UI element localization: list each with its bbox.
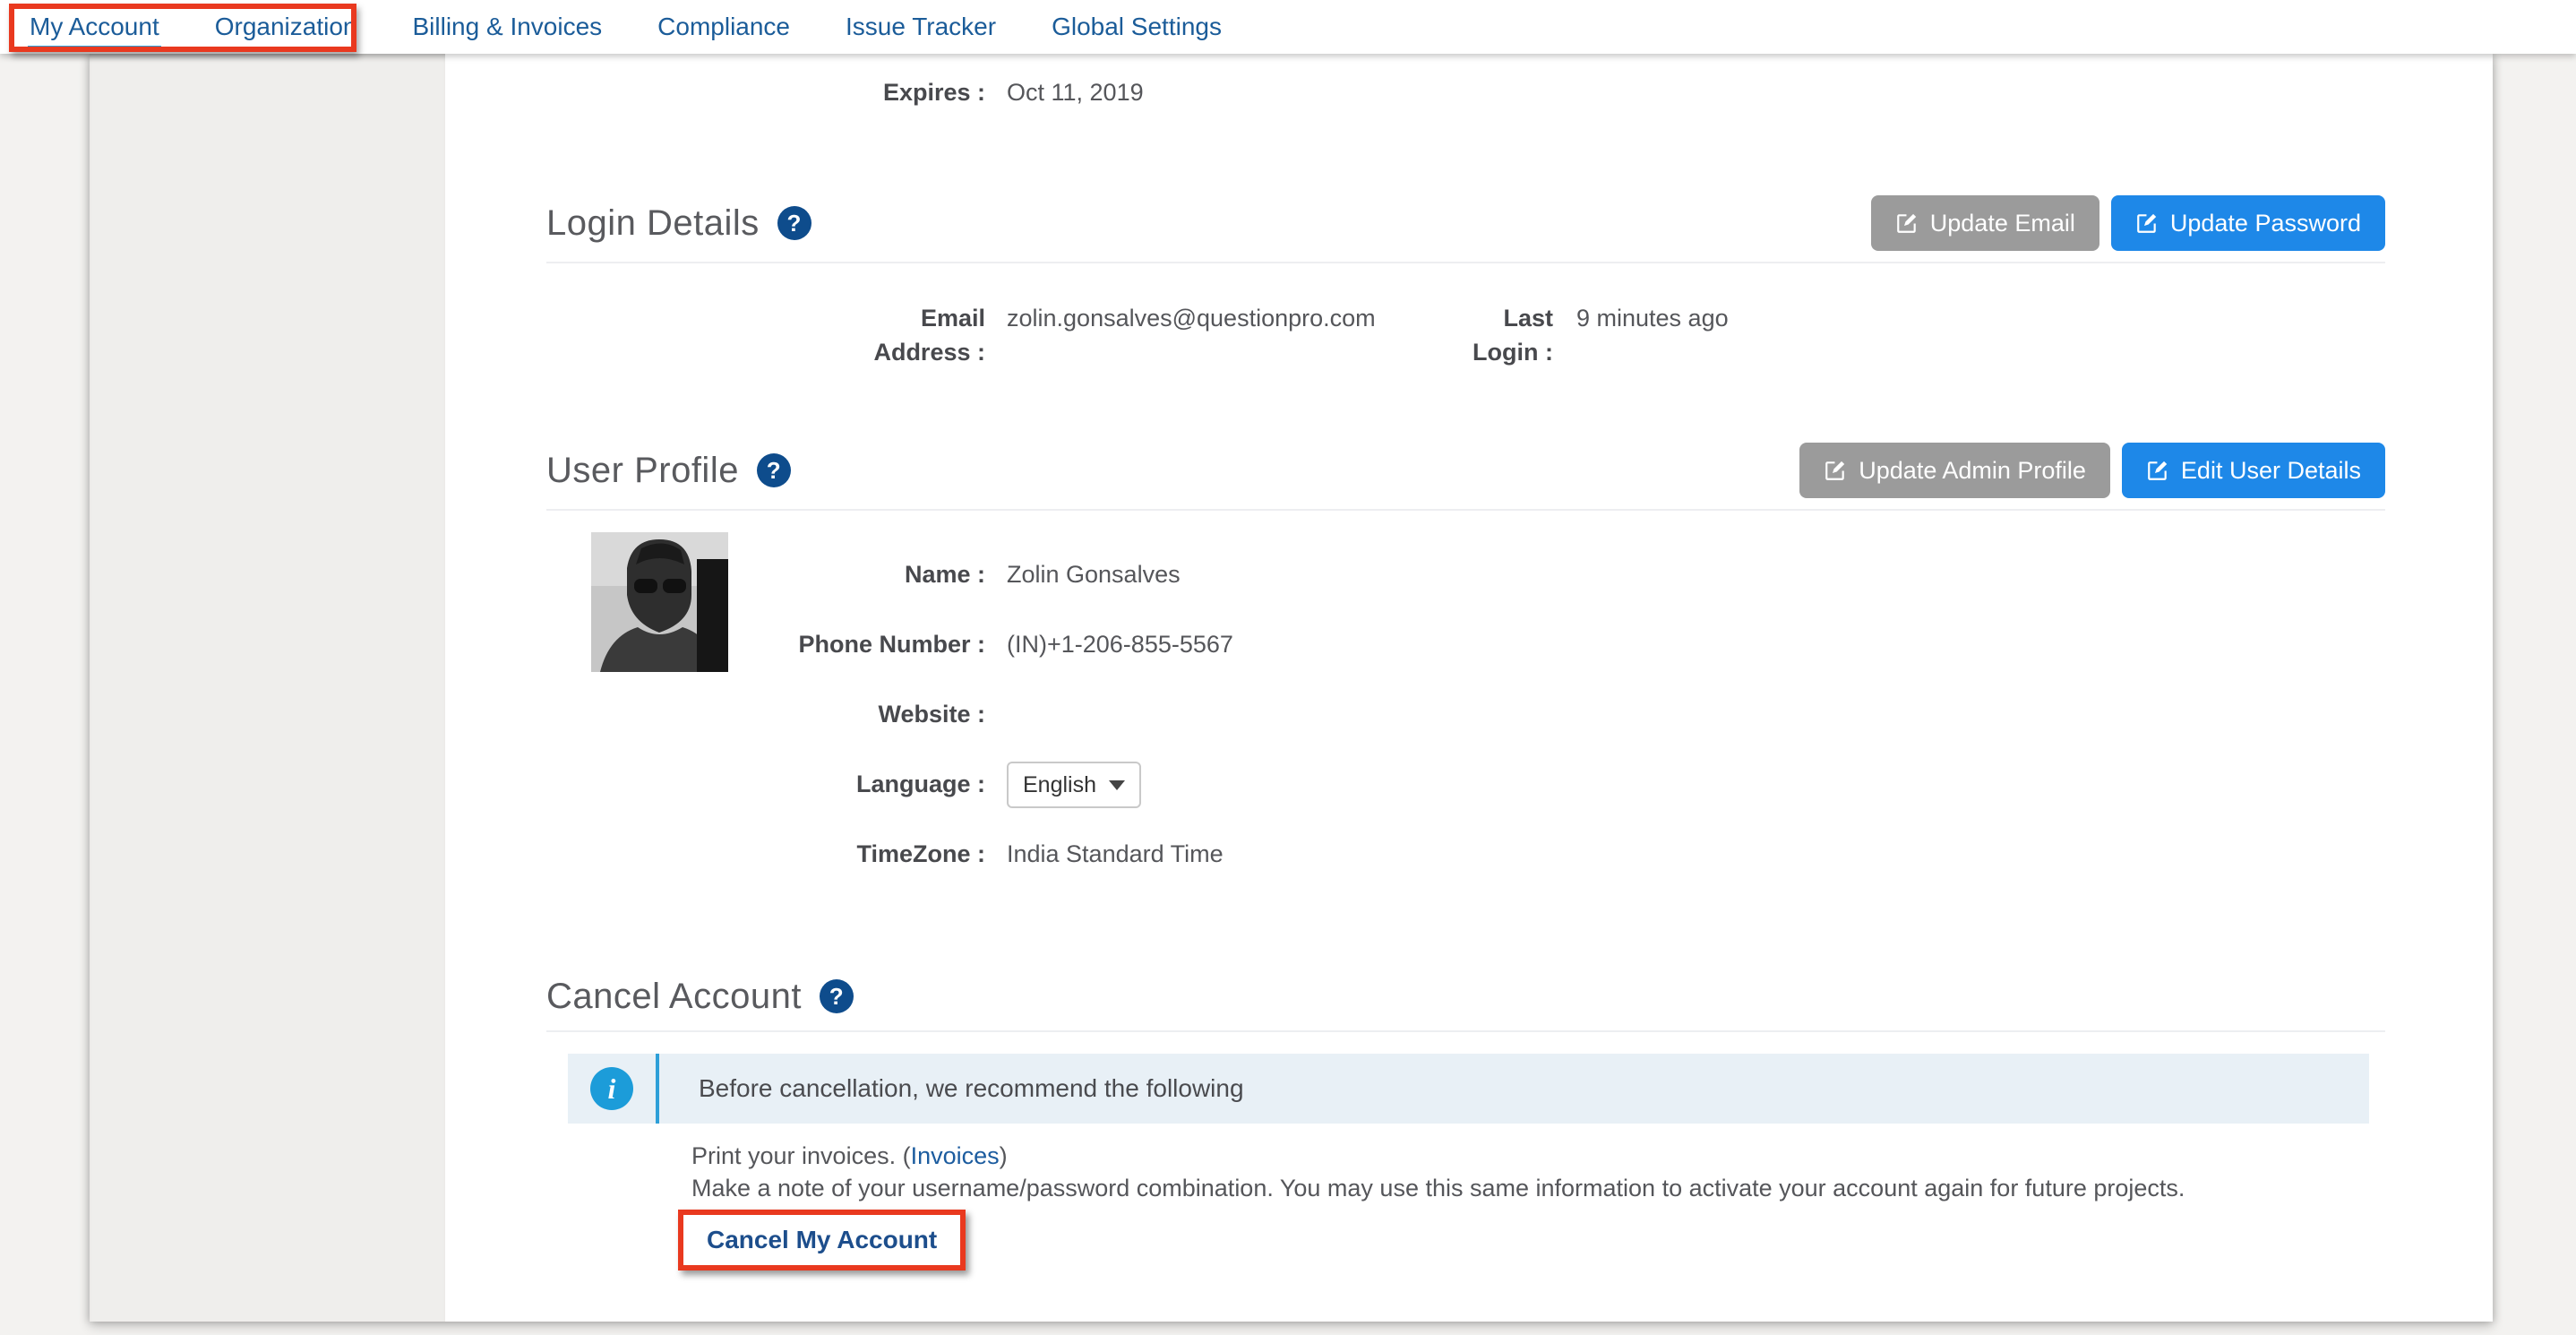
info-icon-wrap: i <box>568 1054 656 1124</box>
active-tab-underline <box>28 46 161 51</box>
tab-issue-tracker-label: Issue Tracker <box>846 13 996 41</box>
note-line: Make a note of your username/password co… <box>691 1172 2385 1204</box>
cancel-account-title: Cancel Account ? <box>546 977 854 1017</box>
login-details-title: Login Details ? <box>546 203 811 244</box>
tab-issue-tracker[interactable]: Issue Tracker <box>846 0 996 54</box>
phone-value: (IN)+1-206-855-5567 <box>1007 627 2385 661</box>
email-address-label: Email Address : <box>546 301 985 369</box>
update-email-button[interactable]: Update Email <box>1871 195 2099 251</box>
help-icon[interactable]: ? <box>757 453 791 487</box>
tab-my-account[interactable]: My Account <box>30 0 159 54</box>
edit-user-details-button[interactable]: Edit User Details <box>2122 443 2385 498</box>
profile-photo <box>591 532 728 672</box>
tab-compliance-label: Compliance <box>657 13 790 41</box>
tab-global-settings[interactable]: Global Settings <box>1052 0 1222 54</box>
language-label: Language : <box>546 767 985 801</box>
expires-label: Expires : <box>546 75 985 109</box>
last-login-value: 9 minutes ago <box>1576 301 2385 335</box>
cancel-my-account-link[interactable]: Cancel My Account <box>707 1226 937 1253</box>
cancel-info-banner: i Before cancellation, we recommend the … <box>568 1054 2369 1124</box>
user-profile-title: User Profile ? <box>546 451 791 491</box>
user-profile-header: User Profile ? Update Admin Profile Edit… <box>546 443 2385 511</box>
cancel-account-header: Cancel Account ? <box>546 973 2385 1032</box>
timezone-row: TimeZone : India Standard Time <box>546 837 2385 907</box>
account-page-card: Expires : Oct 11, 2019 Login Details ? U… <box>90 54 2493 1322</box>
timezone-value: India Standard Time <box>1007 837 2385 871</box>
tab-billing-invoices[interactable]: Billing & Invoices <box>413 0 603 54</box>
website-label: Website : <box>546 697 985 731</box>
left-side-panel <box>90 54 445 1322</box>
print-invoices-line: Print your invoices. (Invoices) <box>691 1140 2385 1172</box>
phone-row: Phone Number : (IN)+1-206-855-5567 <box>546 627 2385 697</box>
login-details-actions: Update Email Update Password <box>1871 195 2385 251</box>
tab-global-settings-label: Global Settings <box>1052 13 1222 41</box>
account-content: Expires : Oct 11, 2019 Login Details ? U… <box>445 54 2493 1322</box>
user-profile-actions: Update Admin Profile Edit User Details <box>1799 443 2385 498</box>
name-value: Zolin Gonsalves <box>1007 557 2385 591</box>
tab-billing-invoices-label: Billing & Invoices <box>413 13 603 41</box>
tab-organization[interactable]: Organization <box>215 0 357 54</box>
annotation-box-cancel-account: Cancel My Account <box>678 1210 966 1270</box>
invoices-link[interactable]: Invoices <box>911 1142 1000 1169</box>
tab-compliance[interactable]: Compliance <box>657 0 790 54</box>
email-address-value: zolin.gonsalves@questionpro.com <box>1007 301 1455 335</box>
top-navigation: My Account Organization Billing & Invoic… <box>0 0 2576 54</box>
user-profile-section: Name : Zolin Gonsalves Phone Number : (I… <box>546 529 2385 907</box>
help-icon[interactable]: ? <box>820 979 854 1013</box>
profile-rows: Name : Zolin Gonsalves Phone Number : (I… <box>546 529 2385 907</box>
update-password-button[interactable]: Update Password <box>2111 195 2385 251</box>
banner-divider <box>656 1054 659 1124</box>
chevron-down-icon <box>1109 780 1125 790</box>
cancel-instructions: Print your invoices. (Invoices) Make a n… <box>691 1140 2385 1204</box>
last-login-label: Last Login : <box>1455 301 1553 369</box>
tab-my-account-label: My Account <box>30 13 159 41</box>
timezone-label: TimeZone : <box>546 837 985 871</box>
edit-icon <box>2135 211 2159 235</box>
language-row: Language : English <box>546 767 2385 837</box>
tab-organization-label: Organization <box>215 13 357 41</box>
edit-icon <box>1824 459 1847 482</box>
name-row: Name : Zolin Gonsalves <box>546 557 2385 627</box>
login-details-header: Login Details ? Update Email Update Pass… <box>546 195 2385 263</box>
language-dropdown[interactable]: English <box>1007 762 1141 808</box>
info-icon: i <box>590 1067 633 1110</box>
language-cell: English <box>1007 767 2385 808</box>
edit-icon <box>2146 459 2169 482</box>
cancel-link-wrap: Cancel My Account <box>678 1210 2385 1270</box>
edit-icon <box>1895 211 1919 235</box>
update-admin-profile-button[interactable]: Update Admin Profile <box>1799 443 2110 498</box>
expires-row: Expires : Oct 11, 2019 <box>546 54 2385 109</box>
banner-text: Before cancellation, we recommend the fo… <box>699 1054 1244 1124</box>
login-details-rows: Email Address : zolin.gonsalves@question… <box>546 301 2385 369</box>
website-row: Website : <box>546 697 2385 767</box>
language-selected-value: English <box>1023 768 1096 802</box>
expires-value: Oct 11, 2019 <box>1007 75 2385 109</box>
help-icon[interactable]: ? <box>777 206 811 240</box>
